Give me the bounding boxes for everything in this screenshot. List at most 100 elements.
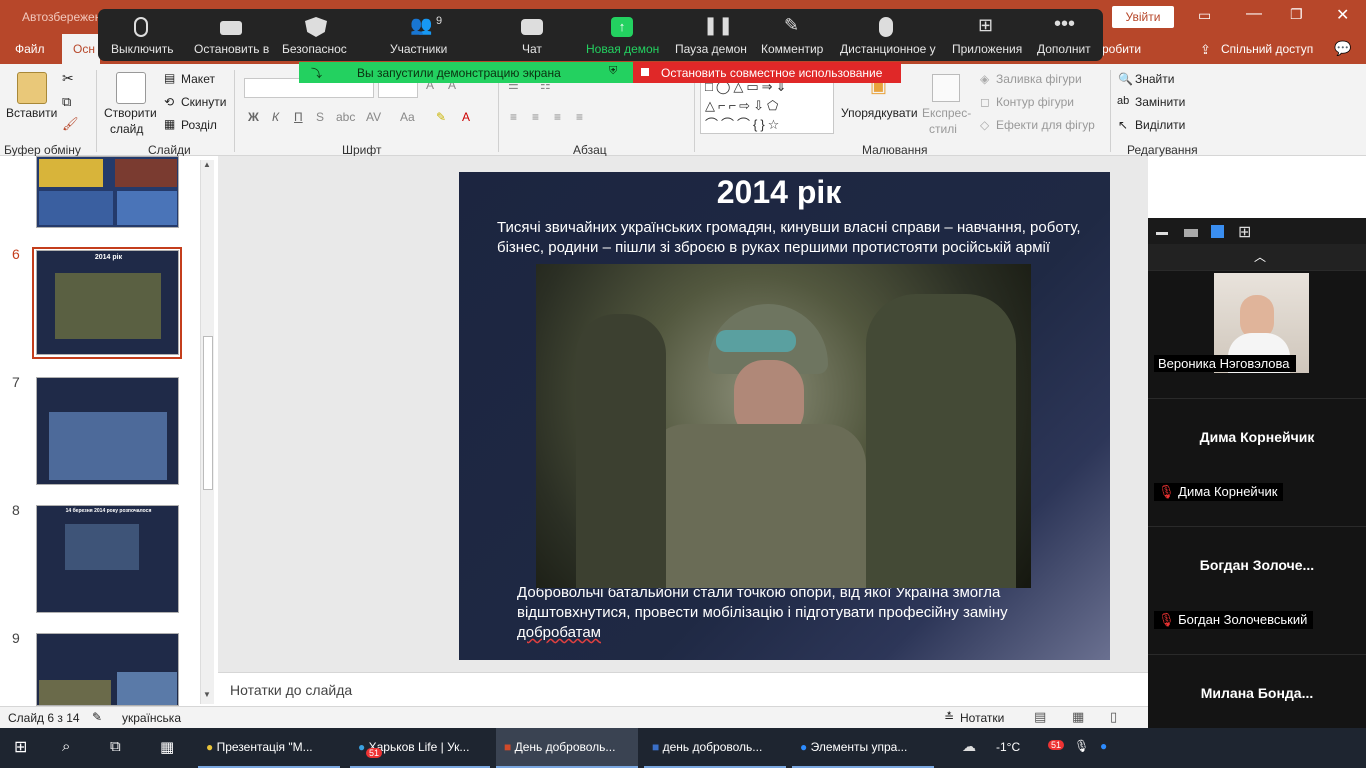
participants-button[interactable]: Участники bbox=[390, 42, 447, 56]
spellcheck-icon[interactable]: ✎ bbox=[92, 710, 102, 724]
language[interactable]: українська bbox=[122, 711, 181, 725]
thumbnail-slide-7[interactable] bbox=[36, 377, 179, 485]
copy-icon[interactable]: ⧉ bbox=[62, 94, 71, 110]
shape-fill-icon[interactable]: ◈ bbox=[980, 72, 989, 86]
tray-zoom-icon[interactable]: ● bbox=[1100, 728, 1107, 768]
new-slide-label-1[interactable]: Створити bbox=[104, 106, 157, 120]
new-slide-icon[interactable] bbox=[116, 72, 146, 104]
scroll-thumb[interactable] bbox=[203, 336, 213, 490]
thumbnail-slide-6[interactable]: 2014 рік bbox=[36, 250, 179, 355]
shield-icon[interactable] bbox=[305, 17, 327, 37]
ribbon-display-icon[interactable]: ▭ bbox=[1198, 7, 1211, 24]
share-button[interactable]: Спільний доступ bbox=[1221, 42, 1313, 56]
security-button[interactable]: Безопаснос bbox=[282, 42, 347, 56]
camera-icon[interactable] bbox=[220, 21, 242, 35]
more-button[interactable]: Дополнит bbox=[1037, 42, 1091, 56]
participant-tile-3[interactable]: Богдан Золоче... 🎙 Богдан Золочевський bbox=[1148, 526, 1366, 654]
pin-icon[interactable]: ⤵ bbox=[311, 65, 322, 81]
calculator-icon[interactable]: ▦ bbox=[160, 728, 174, 768]
grid-view-icon[interactable]: ⊞ bbox=[1238, 222, 1251, 242]
find-button[interactable]: Знайти bbox=[1135, 72, 1174, 86]
taskbar-word[interactable]: ■ день доброволь... bbox=[644, 728, 786, 768]
minimize-icon[interactable]: — bbox=[1246, 5, 1262, 23]
reading-view-icon[interactable]: ▯ bbox=[1110, 709, 1117, 725]
tab-file[interactable]: Файл bbox=[15, 42, 45, 56]
justify-icon[interactable]: ≡ bbox=[576, 110, 583, 124]
quick-styles-label-1[interactable]: Експрес- bbox=[922, 106, 971, 120]
pause-icon[interactable]: ❚❚ bbox=[703, 15, 733, 36]
quick-styles-icon[interactable] bbox=[932, 74, 960, 102]
shape-outline-icon[interactable]: ◻ bbox=[980, 95, 990, 109]
layout-icon[interactable]: ▤ bbox=[164, 71, 175, 85]
scroll-up-icon[interactable]: ▲ bbox=[203, 160, 211, 169]
search-icon[interactable]: ⌕ bbox=[62, 728, 70, 768]
normal-view-icon[interactable]: ▤ bbox=[1034, 709, 1046, 725]
taskbar-powerpoint[interactable]: ■ День доброволь... bbox=[496, 728, 638, 768]
remote-control-icon[interactable] bbox=[879, 17, 893, 37]
arrange-button[interactable]: Упорядкувати bbox=[841, 106, 918, 120]
strikethrough-icon[interactable]: abc bbox=[336, 110, 355, 124]
thumbnail-slide-9[interactable] bbox=[36, 633, 179, 706]
find-icon[interactable]: 🔍 bbox=[1118, 72, 1133, 86]
section-button[interactable]: Розділ bbox=[181, 118, 217, 132]
weather-temp[interactable]: -1°C bbox=[996, 728, 1020, 768]
participants-icon[interactable]: 👥 bbox=[410, 15, 432, 36]
align-left-icon[interactable]: ≡ bbox=[510, 110, 517, 124]
collapse-bar[interactable]: ︿ bbox=[1148, 244, 1366, 270]
align-center-icon[interactable]: ≡ bbox=[532, 110, 539, 124]
font-color-icon[interactable]: A bbox=[462, 110, 470, 124]
highlight-icon[interactable]: ✎ bbox=[436, 110, 446, 124]
layout-button[interactable]: Макет bbox=[181, 72, 215, 86]
paste-button[interactable]: Вставити bbox=[6, 106, 57, 120]
quick-styles-label-2[interactable]: стилі bbox=[929, 122, 957, 136]
minimize-panel-icon[interactable] bbox=[1156, 232, 1168, 235]
tray-mic-icon[interactable]: 🎙 bbox=[1074, 728, 1089, 768]
thumbnail-slide-8[interactable]: 14 березня 2014 року розпочалося bbox=[36, 505, 179, 613]
case-icon[interactable]: Aa bbox=[400, 110, 415, 124]
slide-sorter-icon[interactable]: ▦ bbox=[1072, 709, 1084, 725]
shape-fill-button[interactable]: Заливка фігури bbox=[996, 72, 1082, 86]
weather-icon[interactable]: ☁ bbox=[962, 728, 976, 768]
shadow-icon[interactable]: S bbox=[316, 110, 324, 124]
chat-button[interactable]: Чат bbox=[522, 42, 542, 56]
shapes-gallery[interactable]: □◯△▭⇒⇓ △⌐⌐⇨⇩⬠ ⌒⌒⌒{}☆ bbox=[700, 76, 834, 134]
chat-icon[interactable] bbox=[521, 19, 543, 35]
select-icon[interactable]: ↖ bbox=[1118, 118, 1128, 132]
shape-outline-button[interactable]: Контур фігури bbox=[996, 95, 1074, 109]
share-screen-icon[interactable]: ↑ bbox=[611, 17, 633, 37]
notes-icon[interactable]: ≛ bbox=[944, 710, 954, 724]
soldier-photo[interactable] bbox=[536, 264, 1031, 588]
notes-toggle[interactable]: Нотатки bbox=[960, 711, 1004, 725]
apps-button[interactable]: Приложения bbox=[952, 42, 1022, 56]
signin-button[interactable]: Увійти bbox=[1112, 6, 1174, 28]
shape-effects-button[interactable]: Ефекти для фігур bbox=[996, 118, 1095, 132]
share-icon[interactable]: ⇪ bbox=[1200, 42, 1211, 58]
stop-share-button[interactable]: Остановить совместное использование bbox=[633, 62, 901, 83]
more-icon[interactable]: ••• bbox=[1054, 13, 1075, 36]
strip-view-icon[interactable] bbox=[1211, 225, 1224, 238]
section-icon[interactable]: ▦ bbox=[164, 117, 175, 131]
close-icon[interactable]: ✕ bbox=[1336, 5, 1349, 25]
align-right-icon[interactable]: ≡ bbox=[554, 110, 561, 124]
annotate-icon[interactable]: ✎ bbox=[784, 15, 799, 36]
scroll-down-icon[interactable]: ▼ bbox=[203, 690, 211, 699]
participant-tile-2[interactable]: Дима Корнейчик 🎙 Дима Корнейчик bbox=[1148, 398, 1366, 526]
tab-home[interactable]: Осн bbox=[62, 34, 100, 64]
annotate-button[interactable]: Комментир bbox=[761, 42, 823, 56]
participant-tile-4[interactable]: Милана Бонда... bbox=[1148, 654, 1366, 728]
cut-icon[interactable]: ✂ bbox=[62, 70, 74, 87]
taskbar-zoom[interactable]: ● Элементы упра... bbox=[792, 728, 934, 768]
notes-pane[interactable]: Нотатки до слайда bbox=[218, 672, 1148, 706]
underline-button[interactable]: П bbox=[294, 110, 303, 124]
stop-video-button[interactable]: Остановить в bbox=[194, 42, 269, 56]
bold-button[interactable]: Ж bbox=[248, 110, 259, 124]
chevron-up-icon[interactable]: ︿ bbox=[1254, 248, 1266, 265]
new-share-button[interactable]: Новая демон bbox=[586, 42, 659, 56]
participant-tile-1[interactable]: Вероника Нэговэлова bbox=[1148, 270, 1366, 398]
italic-button[interactable]: К bbox=[272, 110, 279, 124]
paste-icon[interactable] bbox=[17, 72, 47, 104]
taskbar-chrome[interactable]: ● Презентація "М... bbox=[198, 728, 340, 768]
restore-icon[interactable]: ❐ bbox=[1290, 6, 1303, 23]
start-icon[interactable]: ⊞ bbox=[14, 728, 27, 768]
speaker-view-icon[interactable] bbox=[1184, 229, 1198, 237]
